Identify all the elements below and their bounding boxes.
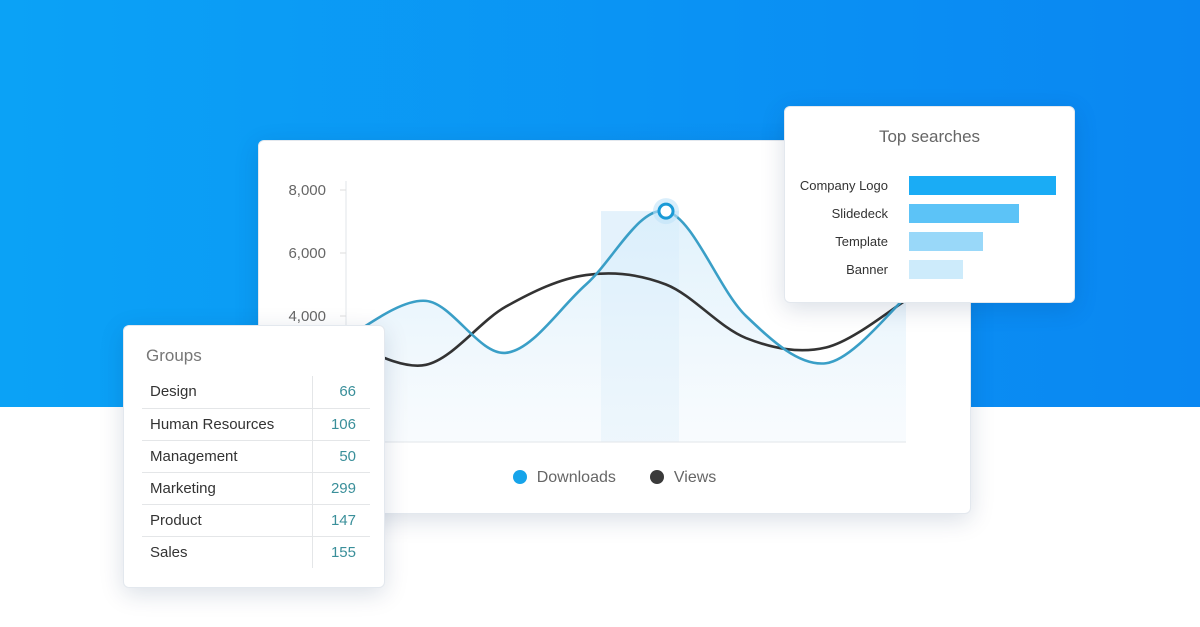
bar-label: Slidedeck	[831, 206, 888, 221]
bar-label: Banner	[846, 262, 888, 277]
group-count: 147	[311, 504, 370, 537]
views-dot-icon	[649, 470, 664, 484]
y-tick-label: 6,000	[288, 245, 326, 262]
group-name: Marketing	[142, 472, 313, 505]
group-name: Sales	[150, 543, 188, 561]
legend-item-downloads[interactable]: Downloads	[512, 469, 616, 487]
groups-table: Design 66 Human Resources 106 Management 50 Ma…	[142, 376, 370, 568]
bar	[909, 176, 1056, 195]
bar-row: Template	[785, 232, 1076, 252]
bar-label: Template	[835, 234, 888, 249]
table-row[interactable]: Marketing 299	[142, 472, 370, 505]
y-tick-label: 4,000	[288, 308, 326, 325]
y-tick-label: 8,000	[288, 182, 326, 199]
group-count: 50	[311, 440, 370, 473]
table-row[interactable]: Human Resources 106	[142, 408, 370, 441]
group-count: 155	[311, 536, 370, 568]
bar-row: Slidedeck	[785, 204, 1076, 224]
group-count: 66	[311, 376, 370, 409]
table-row[interactable]: Sales 155	[142, 536, 370, 568]
legend-label: Downloads	[536, 469, 616, 486]
bar-row: Banner	[785, 260, 1076, 280]
group-name: Management	[142, 440, 313, 473]
group-name: Design	[142, 376, 313, 409]
group-count: 299	[311, 472, 370, 505]
top-searches-card: Top searches Company Logo Slidedeck Templa…	[784, 106, 1075, 303]
bar-label: Company Logo	[799, 178, 888, 193]
groups-card: Groups Design 66 Human Resources 106 Managem…	[123, 325, 385, 588]
bar-row: Company Logo	[785, 176, 1076, 196]
highlight-point[interactable]	[657, 202, 675, 220]
table-row[interactable]: Product 147	[142, 504, 370, 537]
group-name: Product	[142, 504, 313, 537]
bar	[909, 204, 1020, 223]
group-name: Human Resources	[142, 408, 313, 441]
group-count: 106	[311, 408, 370, 441]
downloads-dot-icon	[512, 470, 527, 484]
legend-label: Views	[673, 469, 717, 486]
bar	[909, 232, 983, 251]
top-searches-title: Top searches	[878, 127, 981, 146]
groups-title: Groups	[146, 346, 202, 365]
table-row[interactable]: Design 66	[142, 376, 370, 409]
bar	[909, 260, 964, 279]
legend-item-views[interactable]: Views	[649, 469, 717, 487]
table-row[interactable]: Management 50	[142, 440, 370, 473]
